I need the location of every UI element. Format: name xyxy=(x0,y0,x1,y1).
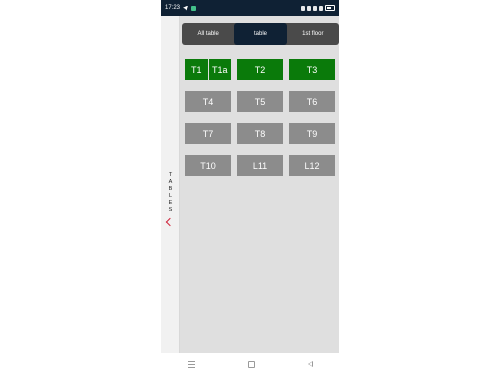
main-content: All table table 1st floor T1 T1a T2 T3 T… xyxy=(180,16,339,353)
drawer-letter: E xyxy=(168,200,173,206)
phone-screen: 17:23 T A B L E S All table table 1st fl… xyxy=(161,0,339,375)
table-t1a-button[interactable]: T1a xyxy=(208,59,231,80)
wifi-icon xyxy=(313,5,317,11)
status-right xyxy=(301,5,335,11)
tab-table[interactable]: table xyxy=(234,23,287,45)
tab-bar: All table table 1st floor xyxy=(182,23,339,45)
table-l11-button[interactable]: L11 xyxy=(237,155,283,176)
tables-drawer-label: T A B L E S xyxy=(161,172,180,214)
alarm-icon xyxy=(307,5,311,11)
drawer-letter: T xyxy=(168,172,173,178)
table-t8-button[interactable]: T8 xyxy=(237,123,283,144)
drawer-letter: L xyxy=(168,193,173,199)
battery-icon xyxy=(325,5,335,11)
status-left: 17:23 xyxy=(165,5,197,11)
tables-grid: T1 T1a T2 T3 T4 T5 T6 T7 T8 T9 T10 L11 L… xyxy=(185,59,335,176)
status-bar: 17:23 xyxy=(161,0,339,16)
table-t2-button[interactable]: T2 xyxy=(237,59,283,80)
table-t9-button[interactable]: T9 xyxy=(289,123,335,144)
tables-drawer-toggle[interactable]: T A B L E S xyxy=(161,16,180,353)
system-nav-bar xyxy=(161,353,339,375)
status-time: 17:23 xyxy=(165,5,181,11)
table-t4-button[interactable]: T4 xyxy=(185,91,231,112)
bluetooth-icon xyxy=(301,5,305,11)
menu-icon[interactable] xyxy=(187,360,195,368)
signal-icon xyxy=(319,5,323,11)
table-l12-button[interactable]: L12 xyxy=(289,155,335,176)
table-t10-button[interactable]: T10 xyxy=(185,155,231,176)
drawer-letter: B xyxy=(168,186,173,192)
telegram-icon xyxy=(183,5,189,11)
drawer-letter: S xyxy=(168,207,173,213)
table-t6-button[interactable]: T6 xyxy=(289,91,335,112)
app-badge-icon xyxy=(191,5,197,11)
table-t1-button[interactable]: T1 xyxy=(185,59,208,80)
tab-all-table[interactable]: All table xyxy=(182,23,234,45)
table-t7-button[interactable]: T7 xyxy=(185,123,231,144)
chevron-left-icon[interactable] xyxy=(165,217,175,227)
home-icon[interactable] xyxy=(247,360,255,368)
back-icon[interactable] xyxy=(307,361,313,367)
drawer-letter: A xyxy=(168,179,173,185)
tab-1st-floor[interactable]: 1st floor xyxy=(287,23,339,45)
table-group-t1: T1 T1a xyxy=(185,59,231,80)
table-t5-button[interactable]: T5 xyxy=(237,91,283,112)
table-t3-button[interactable]: T3 xyxy=(289,59,335,80)
